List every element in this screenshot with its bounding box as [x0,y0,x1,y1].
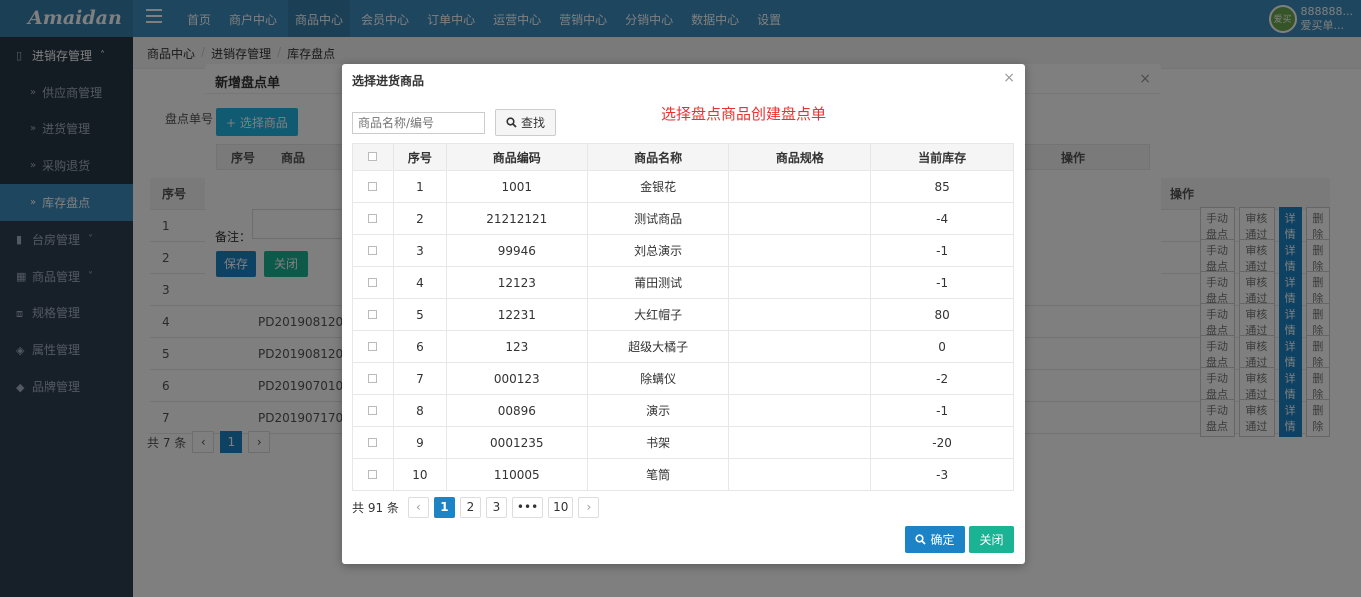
search-button[interactable]: 查找 [495,109,556,136]
total-count: 共 91 条 [352,501,399,515]
cell-spec [728,458,872,491]
product-table: 序号 商品编码 商品名称 商品规格 当前库存 1 1001 金银花 85 2 212121… [352,143,1014,491]
confirm-button[interactable]: 确定 [905,526,965,553]
table-row[interactable]: 1 1001 金银花 85 [352,170,1014,203]
cell-code: 123 [445,330,588,363]
cell-code: 21212121 [445,202,588,235]
header-stock: 当前库存 [870,143,1014,171]
table-row[interactable]: 2 21212121 测试商品 -4 [352,202,1014,235]
table-row[interactable]: 3 99946 刘总演示 -1 [352,234,1014,267]
search-input[interactable] [352,112,485,134]
page-button[interactable]: 3 [485,497,507,518]
pagination: 共 91 条 ‹ 1 2 3 ••• 10 › [352,497,600,518]
cell-code: 12231 [445,298,588,331]
cell-name: 书架 [586,426,730,459]
cell-code: 000123 [445,362,588,395]
cell-stock: -1 [870,266,1014,299]
row-checkbox[interactable] [352,298,394,331]
page-button[interactable]: 2 [459,497,481,518]
select-product-modal: 选择进货商品 × 查找 选择盘点商品创建盘点单 序号 商品编码 商品名称 商品规… [342,64,1025,564]
cell-code: 00896 [445,394,588,427]
table-row[interactable]: 10 110005 笔筒 -3 [352,458,1014,491]
table-row[interactable]: 6 123 超级大橘子 0 [352,330,1014,363]
cell-name: 金银花 [586,170,730,203]
cell-spec [728,202,872,235]
cell-no: 1 [392,170,447,203]
cell-no: 2 [392,202,447,235]
cell-spec [728,170,872,203]
cell-stock: -3 [870,458,1014,491]
cell-spec [728,426,872,459]
cell-spec [728,330,872,363]
row-checkbox[interactable] [352,394,394,427]
cancel-button[interactable]: 关闭 [969,526,1014,553]
cell-stock: 80 [870,298,1014,331]
cell-name: 演示 [586,394,730,427]
cell-name: 测试商品 [586,202,730,235]
confirm-label: 确定 [930,533,955,547]
page-button[interactable]: 10 [548,497,574,518]
page-button[interactable]: 1 [433,497,455,518]
modal-title: 选择进货商品 [352,74,425,88]
cell-name: 除螨仪 [586,362,730,395]
cell-stock: 85 [870,170,1014,203]
table-row[interactable]: 7 000123 除螨仪 -2 [352,362,1014,395]
cell-stock: 0 [870,330,1014,363]
cell-no: 6 [392,330,447,363]
cell-stock: -1 [870,394,1014,427]
cell-no: 9 [392,426,447,459]
cell-code: 0001235 [445,426,588,459]
cell-stock: -20 [870,426,1014,459]
row-checkbox[interactable] [352,330,394,363]
cell-code: 12123 [445,266,588,299]
table-row[interactable]: 4 12123 莆田测试 -1 [352,266,1014,299]
row-checkbox[interactable] [352,426,394,459]
cell-code: 99946 [445,234,588,267]
row-checkbox[interactable] [352,202,394,235]
cell-name: 大红帽子 [586,298,730,331]
cell-no: 5 [392,298,447,331]
row-checkbox[interactable] [352,362,394,395]
hint-text: 选择盘点商品创建盘点单 [661,105,827,123]
cell-spec [728,266,872,299]
cell-no: 7 [392,362,447,395]
prev-page-button[interactable]: ‹ [407,497,429,518]
row-checkbox[interactable] [352,170,394,203]
cell-stock: -4 [870,202,1014,235]
cell-no: 10 [392,458,447,491]
row-checkbox[interactable] [352,266,394,299]
cell-name: 笔筒 [586,458,730,491]
page-ellipsis[interactable]: ••• [511,497,544,518]
header-no: 序号 [392,143,447,171]
cell-name: 刘总演示 [586,234,730,267]
select-all-checkbox[interactable] [352,143,394,171]
table-header: 序号 商品编码 商品名称 商品规格 当前库存 [352,143,1014,171]
header-spec: 商品规格 [728,143,872,171]
cell-spec [728,362,872,395]
cell-stock: -1 [870,234,1014,267]
table-row[interactable]: 9 0001235 书架 -20 [352,426,1014,459]
cell-name: 超级大橘子 [586,330,730,363]
cell-no: 8 [392,394,447,427]
row-checkbox[interactable] [352,458,394,491]
cell-spec [728,234,872,267]
cell-spec [728,394,872,427]
cell-stock: -2 [870,362,1014,395]
close-icon[interactable]: × [1003,70,1015,86]
cell-code: 1001 [445,170,588,203]
cell-spec [728,298,872,331]
cell-code: 110005 [445,458,588,491]
row-checkbox[interactable] [352,234,394,267]
header-code: 商品编码 [445,143,588,171]
search-icon [506,117,517,128]
search-button-label: 查找 [520,116,545,130]
cell-name: 莆田测试 [586,266,730,299]
cell-no: 4 [392,266,447,299]
cell-no: 3 [392,234,447,267]
search-icon [915,534,927,545]
header-name: 商品名称 [586,143,730,171]
table-row[interactable]: 8 00896 演示 -1 [352,394,1014,427]
table-row[interactable]: 5 12231 大红帽子 80 [352,298,1014,331]
next-page-button[interactable]: › [578,497,600,518]
